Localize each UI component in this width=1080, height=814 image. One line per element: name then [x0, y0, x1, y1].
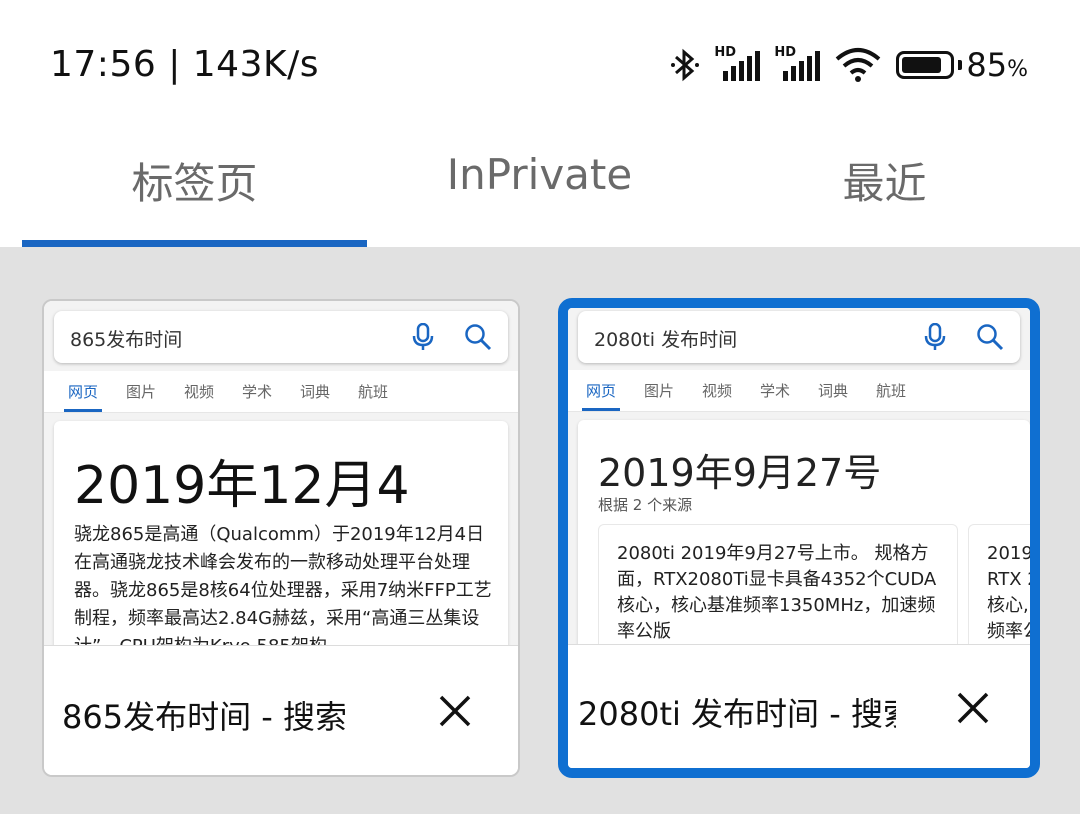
answer-headline: 2019年12月4: [74, 456, 410, 516]
nav-flights: 航班: [358, 383, 389, 401]
status-icons: HD HD 85%: [670, 40, 1028, 90]
tab-recent[interactable]: 最近: [712, 150, 1057, 211]
nav-dictionary: 词典: [818, 382, 849, 400]
tab-preview[interactable]: 865发布时间 网页 图片 视频 学术 词典 航班 2019年12月4 骁龙86…: [44, 301, 518, 645]
search-icon: [465, 324, 492, 351]
tab-tabs[interactable]: 标签页: [22, 150, 367, 211]
time-and-speed: 17:56 | 143K/s: [50, 44, 319, 85]
nav-flights: 航班: [876, 382, 907, 400]
preview-nav: 网页 图片 视频 学术 词典 航班: [568, 370, 1030, 412]
preview-search-query: 2080ti 发布时间: [594, 329, 738, 351]
preview-search-box: 865发布时间: [54, 311, 508, 363]
tab-title: 2080ti 发布时间 - 搜索: [578, 695, 896, 733]
tab-inprivate[interactable]: InPrivate: [367, 150, 712, 199]
status-bar: 17:56 | 143K/s HD HD 85%: [0, 0, 1080, 120]
answer-card: 2019年12月4 骁龙865是高通（Qualcomm）于2019年12月4日在…: [54, 421, 508, 645]
nav-videos: 视频: [702, 382, 733, 400]
nav-dictionary: 词典: [300, 383, 331, 401]
tab-card-2080ti[interactable]: 2080ti 发布时间 网页 图片 视频 学术 词典 航班 2019年9月27号…: [558, 298, 1040, 778]
close-tab-icon[interactable]: [956, 691, 990, 725]
answer-snippet-text-partial: 2019 RTX 2 核心, 频率公: [987, 543, 1030, 642]
tab-card-865[interactable]: 865发布时间 网页 图片 视频 学术 词典 航班 2019年12月4 骁龙86…: [42, 299, 520, 777]
battery-percent: 85: [966, 46, 1008, 84]
nav-images: 图片: [644, 382, 675, 400]
search-icon: [977, 324, 1004, 351]
wifi-icon: [836, 48, 881, 82]
preview-nav: 网页 图片 视频 学术 词典 航班: [44, 371, 518, 413]
nav-web: 网页: [68, 383, 99, 401]
tab-switcher-bar: 标签页 InPrivate 最近: [0, 120, 1080, 247]
preview-search-box: 2080ti 发布时间: [578, 311, 1020, 363]
tab-grid: 865发布时间 网页 图片 视频 学术 词典 航班 2019年12月4 骁龙86…: [0, 247, 1080, 814]
sim2-signal-icon: HD: [774, 45, 821, 83]
battery-indicator: 85%: [896, 46, 1028, 84]
answer-paragraph: 骁龙865是高通（Qualcomm）于2019年12月4日在高通骁龙技术峰会发布…: [74, 524, 492, 645]
microphone-icon: [924, 323, 946, 350]
answer-snippet-card-partial: 2019 RTX 2 核心, 频率公: [968, 524, 1030, 644]
battery-icon: [896, 51, 955, 79]
close-tab-icon[interactable]: [438, 694, 472, 728]
tab-preview[interactable]: 2080ti 发布时间 网页 图片 视频 学术 词典 航班 2019年9月27号…: [568, 308, 1030, 644]
sim1-signal-icon: HD: [714, 45, 761, 83]
active-tab-indicator: [22, 240, 367, 247]
tab-card-footer: 2080ti 发布时间 - 搜索: [568, 644, 1030, 768]
preview-search-query: 865发布时间: [70, 329, 183, 351]
nav-academic: 学术: [760, 382, 791, 400]
nav-active-underline: [64, 409, 102, 412]
answer-snippet-text: 2080ti 2019年9月27号上市。 规格方面，RTX2080Ti显卡具备4…: [617, 543, 937, 642]
nav-active-underline: [582, 408, 620, 411]
answer-source-count: 根据 2 个来源: [598, 496, 693, 514]
nav-academic: 学术: [242, 383, 273, 401]
answer-snippet-card: 2080ti 2019年9月27号上市。 规格方面，RTX2080Ti显卡具备4…: [598, 524, 958, 644]
tab-title: 865发布时间 - 搜索: [62, 698, 347, 736]
nav-videos: 视频: [184, 383, 215, 401]
battery-unit: %: [1007, 57, 1028, 82]
nav-images: 图片: [126, 383, 157, 401]
nav-web: 网页: [586, 382, 617, 400]
bluetooth-icon: [671, 48, 700, 82]
tab-card-footer: 865发布时间 - 搜索: [44, 645, 518, 775]
answer-headline: 2019年9月27号: [598, 451, 882, 495]
microphone-icon: [412, 323, 434, 350]
answer-card: 2019年9月27号 根据 2 个来源 2080ti 2019年9月27号上市。…: [578, 420, 1030, 644]
